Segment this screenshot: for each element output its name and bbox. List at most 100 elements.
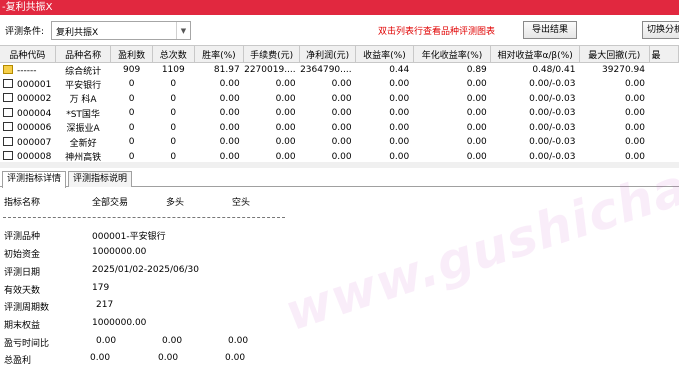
table-row[interactable]: 000006 深振业A 0 0 0.00 0.00 0.00 0.00 0.00… bbox=[0, 121, 679, 136]
cell-fee: 0.00 bbox=[275, 151, 296, 162]
checkbox-icon[interactable] bbox=[3, 78, 13, 88]
cell-rate: 0.00 bbox=[219, 137, 240, 148]
cell-name: 深振业A bbox=[66, 124, 100, 135]
cell-code: 000007 bbox=[0, 135, 55, 150]
cell-total: 0 bbox=[170, 79, 177, 90]
tab-metric-explanation[interactable]: 评测指标说明 bbox=[68, 171, 132, 187]
folder-icon bbox=[3, 64, 13, 74]
cell-fee: 0.00 bbox=[275, 79, 296, 90]
cell-total: 0 bbox=[170, 151, 177, 162]
condition-select[interactable]: 复利共振X ▼ bbox=[51, 21, 191, 40]
cell-total: 0 bbox=[170, 108, 177, 119]
checkbox-icon[interactable] bbox=[3, 122, 13, 132]
cell-drawdown: 39270.94 bbox=[602, 65, 645, 75]
column-header[interactable]: 净利润(元) bbox=[299, 45, 357, 63]
metric-label: 盈亏时间比 bbox=[4, 339, 50, 349]
table-row[interactable]: ------ 综合统计 909 1109 81.97 2270019.... 2… bbox=[0, 63, 679, 78]
cell-name: 全新好 bbox=[69, 138, 97, 149]
cell-name: 万 科A bbox=[69, 95, 97, 106]
metric-label: 有效天数 bbox=[4, 286, 41, 296]
cell-alpha: 0.00/-0.03 bbox=[529, 122, 576, 133]
cell-profit: 0.00 bbox=[331, 108, 352, 119]
metric-value: 217 bbox=[96, 300, 114, 310]
column-header[interactable]: 品种名称 bbox=[55, 45, 112, 63]
cell-alpha: 0.00/-0.03 bbox=[529, 151, 576, 162]
cell-win: 909 bbox=[123, 65, 141, 75]
column-header[interactable]: 相对收益率α/β(%) bbox=[490, 45, 580, 63]
cell-total: 0 bbox=[170, 93, 177, 104]
column-header[interactable]: 最大回撤(元) bbox=[579, 45, 650, 63]
column-header[interactable]: 手续费(元) bbox=[243, 45, 301, 63]
column-header[interactable]: 盈利数 bbox=[110, 45, 153, 63]
results-table[interactable]: 品种代码 品种名称 盈利数 总次数 胜率(%) 手续费(元) 净利润(元) 收益… bbox=[0, 45, 679, 162]
cell-drawdown: 0.00 bbox=[624, 151, 645, 162]
cell-annual: 0.89 bbox=[466, 65, 487, 75]
checkbox-icon[interactable] bbox=[3, 107, 13, 117]
cell-fee: 0.00 bbox=[275, 108, 296, 119]
cell-alpha: 0.00/-0.03 bbox=[529, 93, 576, 104]
cell-name: *ST国华 bbox=[66, 109, 100, 120]
table-row[interactable]: 000004 *ST国华 0 0 0.00 0.00 0.00 0.00 0.0… bbox=[0, 106, 679, 121]
toolbar: 评测条件: 复利共振X ▼ 双击列表行查看品种评测图表 导出结果 切换分析 bbox=[0, 15, 679, 45]
chevron-down-icon[interactable]: ▼ bbox=[176, 22, 190, 39]
cell-profit: 0.00 bbox=[331, 93, 352, 104]
table-row[interactable]: 000008 神州高铁 0 0 0.00 0.00 0.00 0.00 0.00… bbox=[0, 150, 679, 162]
column-header[interactable]: 总次数 bbox=[152, 45, 195, 63]
cell-rate: 81.97 bbox=[213, 65, 240, 75]
cell-total: 1109 bbox=[161, 65, 185, 75]
cell-profit: 0.00 bbox=[331, 137, 352, 148]
table-row[interactable]: 000007 全新好 0 0 0.00 0.00 0.00 0.00 0.00 … bbox=[0, 135, 679, 150]
column-header[interactable]: 年化收益率(%) bbox=[413, 45, 492, 63]
cell-rate: 0.00 bbox=[219, 93, 240, 104]
switch-analysis-button[interactable]: 切换分析 bbox=[642, 21, 679, 39]
cell-annual: 0.00 bbox=[466, 122, 487, 133]
cell-rate: 0.00 bbox=[219, 108, 240, 119]
column-header[interactable]: 胜率(%) bbox=[194, 45, 245, 63]
cell-name: 平安银行 bbox=[65, 80, 102, 91]
cell-annual: 0.00 bbox=[466, 151, 487, 162]
metric-label: 评测周期数 bbox=[4, 303, 50, 313]
column-header[interactable]: 最 bbox=[649, 45, 679, 63]
cell-return: 0.00 bbox=[389, 137, 410, 148]
metric-value-short: 0.00 bbox=[228, 336, 249, 346]
horizontal-scrollbar[interactable] bbox=[0, 162, 679, 168]
checkbox-icon[interactable] bbox=[3, 151, 13, 161]
column-header[interactable]: 品种代码 bbox=[0, 45, 56, 63]
checkbox-icon[interactable] bbox=[3, 93, 13, 103]
cell-win: 0 bbox=[128, 151, 135, 162]
cell-fee: 0.00 bbox=[275, 137, 296, 148]
cell-profit: 0.00 bbox=[331, 79, 352, 90]
metric-value: 1000000.00 bbox=[92, 318, 147, 328]
cell-name: 神州高铁 bbox=[65, 153, 102, 162]
cell-annual: 0.00 bbox=[466, 79, 487, 90]
metric-label: 评测日期 bbox=[4, 268, 41, 278]
metric-value-long: 0.00 bbox=[158, 353, 179, 363]
cell-win: 0 bbox=[128, 93, 135, 104]
window-title: -复利共振X bbox=[0, 0, 679, 15]
checkbox-icon[interactable] bbox=[3, 136, 13, 146]
cell-rate: 0.00 bbox=[219, 151, 240, 162]
condition-label: 评测条件: bbox=[5, 27, 45, 37]
metric-label: 期末权益 bbox=[4, 321, 41, 331]
cell-return: 0.00 bbox=[389, 151, 410, 162]
cell-profit: 0.00 bbox=[331, 151, 352, 162]
metric-value: 179 bbox=[92, 283, 110, 293]
cell-profit: 2364790.... bbox=[300, 65, 352, 75]
divider bbox=[3, 217, 285, 218]
metric-value: 1000000.00 bbox=[92, 247, 147, 257]
detail-tabs: 评测指标详情 评测指标说明 bbox=[0, 170, 679, 188]
metric-label: 初始资金 bbox=[4, 250, 41, 260]
cell-rate: 0.00 bbox=[219, 79, 240, 90]
table-row[interactable]: 000002 万 科A 0 0 0.00 0.00 0.00 0.00 0.00… bbox=[0, 92, 679, 107]
table-row[interactable]: 000001 平安银行 0 0 0.00 0.00 0.00 0.00 0.00… bbox=[0, 77, 679, 92]
export-button[interactable]: 导出结果 bbox=[523, 21, 577, 39]
tab-metric-details[interactable]: 评测指标详情 bbox=[2, 171, 66, 188]
cell-drawdown: 0.00 bbox=[624, 79, 645, 90]
cell-total: 0 bbox=[170, 137, 177, 148]
header-metric-name: 指标名称 bbox=[4, 198, 41, 208]
cell-annual: 0.00 bbox=[466, 137, 487, 148]
column-header[interactable]: 收益率(%) bbox=[355, 45, 414, 63]
cell-drawdown: 0.00 bbox=[624, 108, 645, 119]
header-short: 空头 bbox=[232, 198, 251, 208]
cell-code: ------ bbox=[0, 63, 55, 78]
